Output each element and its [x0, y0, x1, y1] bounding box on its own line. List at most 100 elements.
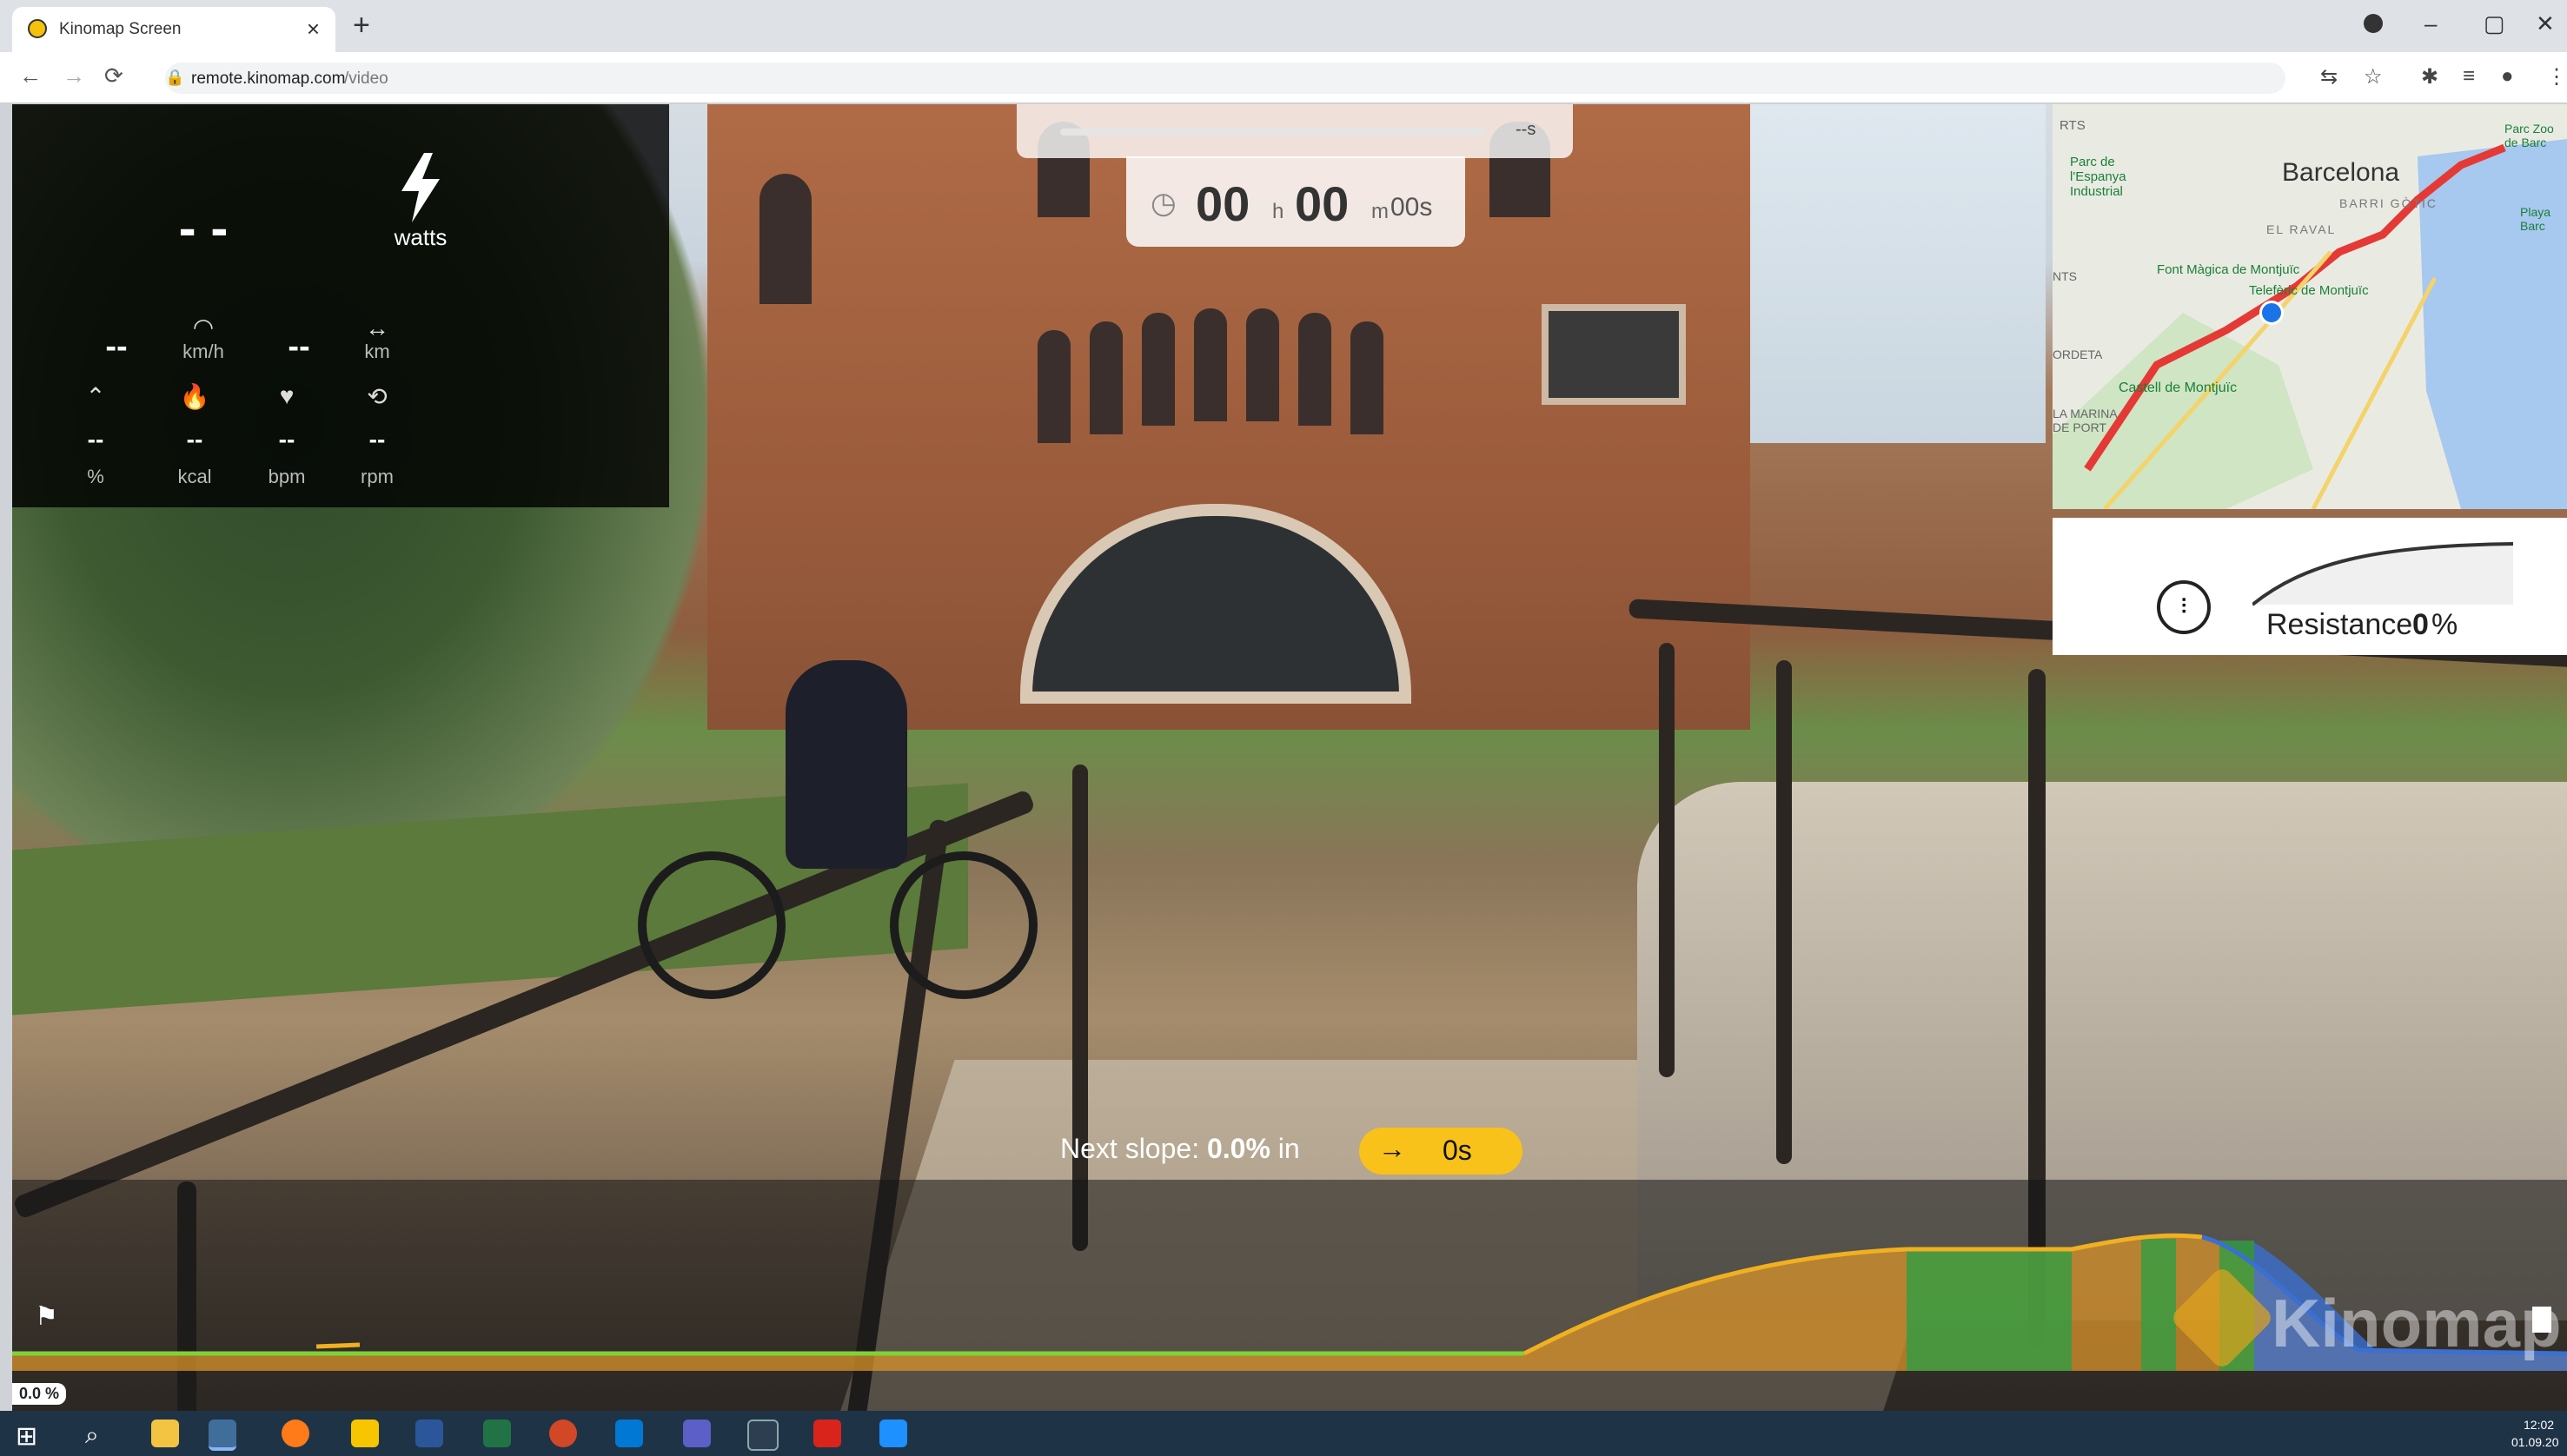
kinomap-favicon-icon: [28, 19, 47, 38]
video-cyclist: [786, 660, 907, 869]
chrome-icon[interactable]: [209, 1420, 236, 1451]
next-slope-banner: Next slope: 0.0% in → 0s: [1039, 1128, 1522, 1175]
next-slope-text: Next slope: 0.0% in: [1060, 1133, 1300, 1165]
timer-minutes: 00: [1295, 176, 1350, 231]
map-label-font-magica: Font Màgica de Montjuïc: [2157, 262, 2300, 277]
next-slope-in: in: [1277, 1133, 1300, 1164]
slope-icon: ⌃: [85, 383, 106, 410]
heart-rate-unit: bpm: [268, 466, 306, 487]
map-label-parc: Parc de l'Espanya Industrial: [2070, 155, 2126, 199]
browser-tab-strip: Kinomap Screen × + – ▢ ✕: [0, 0, 2567, 52]
outlook-icon[interactable]: [615, 1420, 643, 1447]
next-slope-countdown: → 0s: [1359, 1128, 1522, 1175]
map-label-rts: RTS: [2060, 118, 2086, 133]
next-slope-value: 0.0%: [1206, 1133, 1270, 1164]
resistance-curve: [2252, 542, 2513, 606]
lightning-icon: [395, 153, 447, 222]
distance-arrows-icon: ↔: [365, 314, 389, 341]
back-arrow-icon[interactable]: ←: [19, 63, 42, 89]
resistance-panel: ⫶ Resistance 0 %: [2053, 518, 2567, 655]
word-icon[interactable]: [415, 1420, 443, 1447]
url-host: remote.kinomap.com: [191, 69, 346, 88]
map-label-parc-zoo: Parc Zoo de Barc: [2504, 122, 2554, 149]
sticky-notes-icon[interactable]: [351, 1420, 379, 1447]
power-unit: watts: [394, 224, 448, 250]
bookmark-star-icon[interactable]: ☆: [2364, 64, 2383, 89]
video-bike-wheel: [890, 851, 1038, 999]
taskbar-date: 01.09.20: [2511, 1435, 2559, 1449]
resistance-value: 0: [2412, 608, 2429, 641]
firefox-icon[interactable]: [282, 1420, 309, 1447]
url-path: /video: [344, 69, 388, 88]
cadence-value: --: [368, 426, 386, 453]
translate-icon[interactable]: ⇆: [2320, 64, 2338, 89]
speed-unit: km/h: [182, 341, 224, 362]
video-rail-post: [1776, 660, 1792, 1164]
cadence-unit: rpm: [361, 466, 394, 487]
resistance-label: Resistance: [2266, 608, 2413, 641]
photos-icon[interactable]: [879, 1420, 907, 1447]
timer-hours-unit: h: [1272, 200, 1284, 223]
map-label-barri-gotic: BARRI GÒTIC: [2339, 196, 2438, 210]
file-explorer-icon[interactable]: [151, 1420, 179, 1447]
video-sky: [1715, 104, 2046, 443]
map-label-barcelona: Barcelona: [2282, 158, 2400, 187]
ride-progress: --s: [1017, 104, 1573, 158]
current-grade-badge: 0.0 %: [12, 1383, 67, 1405]
calories-unit: kcal: [177, 466, 212, 487]
cadence-cycle-icon: ⟲: [367, 383, 388, 410]
profile-circle-icon[interactable]: [2364, 14, 2383, 33]
remaining-time: --s: [1516, 120, 1536, 139]
map-label-raval: EL RAVAL: [2266, 222, 2337, 236]
account-icon[interactable]: ●: [2501, 64, 2514, 89]
heart-rate-value: --: [278, 426, 295, 453]
video-bike-wheel: [638, 851, 786, 999]
reading-list-icon[interactable]: ≡: [2463, 64, 2475, 89]
taskbar-time: 12:02: [2524, 1418, 2555, 1432]
elapsed-timer: ◷ 00 h 00 m 00s: [1126, 156, 1465, 247]
timer-seconds: 00s: [1390, 193, 1433, 222]
map-label-teleferic: Telefèric de Montjuïc: [2249, 283, 2369, 298]
dumbbell-icon: ⫶: [2157, 580, 2211, 634]
close-window-button[interactable]: ✕: [2536, 10, 2555, 37]
timer-minutes-unit: m: [1371, 200, 1389, 223]
windows-taskbar: [0, 1411, 2567, 1456]
teams-icon[interactable]: [683, 1420, 711, 1447]
arrow-right-icon: →: [1378, 1133, 1406, 1164]
next-slope-prefix: Next slope:: [1060, 1133, 1200, 1164]
reload-icon[interactable]: ⟳: [104, 63, 123, 89]
forward-arrow-icon[interactable]: →: [63, 63, 85, 89]
excel-icon[interactable]: [483, 1420, 511, 1447]
tab-title: Kinomap Screen: [59, 20, 182, 38]
app-icon[interactable]: [747, 1420, 779, 1451]
map-label-playa: Playa Barc: [2520, 205, 2551, 233]
start-flag-icon: ⚑: [35, 1302, 58, 1331]
calories-value: --: [186, 426, 203, 453]
map-label-marina: LA MARINA DE PORT: [2053, 407, 2118, 434]
elevation-chart: [12, 1233, 2567, 1371]
restore-button[interactable]: ▢: [2484, 10, 2505, 37]
map-label-ordeta: ORDETA: [2053, 347, 2103, 361]
speedometer-icon: ◠: [192, 314, 215, 341]
acrobat-icon[interactable]: [813, 1420, 841, 1447]
clock-icon: ◷: [1151, 187, 1177, 220]
browser-tab[interactable]: Kinomap Screen ×: [12, 7, 335, 52]
slope-unit: %: [87, 466, 104, 487]
windows-start-icon[interactable]: ⊞: [16, 1421, 37, 1452]
url-field[interactable]: 🔒 remote.kinomap.com /video: [165, 63, 2285, 94]
timer-hours: 00: [1196, 176, 1250, 231]
slope-value: --: [87, 426, 104, 453]
kinomap-watermark: Kinomap: [2272, 1285, 2562, 1361]
extensions-puzzle-icon[interactable]: ✱: [2421, 64, 2438, 89]
speed-value: --: [105, 328, 128, 365]
route-map[interactable]: RTS Parc de l'Espanya Industrial Barcelo…: [2053, 104, 2567, 509]
menu-kebab-icon[interactable]: ⋮: [2546, 64, 2567, 89]
lock-icon: 🔒: [165, 69, 185, 86]
elevation-profile[interactable]: ⚑ Kinomap 0.0 %: [12, 1180, 2567, 1411]
search-icon[interactable]: ⌕: [85, 1421, 99, 1450]
new-tab-button[interactable]: +: [353, 9, 370, 43]
powerpoint-icon[interactable]: [549, 1420, 577, 1447]
tab-close-button[interactable]: ×: [307, 16, 320, 43]
stats-panel: - - watts -- ◠ km/h -- ↔ km ⌃ 🔥 ♥ ⟲ -- -…: [12, 104, 669, 507]
minimize-button[interactable]: –: [2424, 10, 2437, 37]
